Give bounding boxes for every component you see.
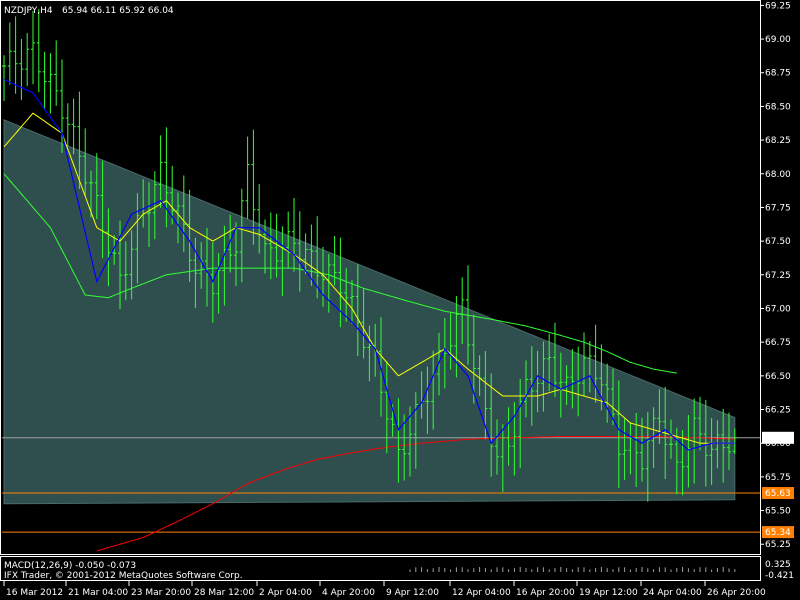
x-tick-label: 16 Apr 20:00 xyxy=(516,588,575,598)
y-tick-label: 67.00 xyxy=(765,304,791,314)
y-tick-label: 68.50 xyxy=(765,102,791,112)
y-tick-label: 67.50 xyxy=(765,237,791,247)
y-tick-label: 67.75 xyxy=(765,203,791,213)
y-tick-label: 66.25 xyxy=(765,406,791,416)
y-tick-label: 68.25 xyxy=(765,136,791,146)
y-tick-label: 66.50 xyxy=(765,372,791,382)
price-tag-label: 65.63 xyxy=(765,489,791,499)
price-tag-label: 66.04 xyxy=(765,434,791,444)
macd-indicator-title: MACD(12,26,9) -0.050 -0.073 xyxy=(4,561,136,571)
y-tick-label: 67.25 xyxy=(765,271,791,281)
y-tick-label: 65.75 xyxy=(765,473,791,483)
y-tick-label: 69.00 xyxy=(765,35,791,45)
x-tick-label: 24 Apr 04:00 xyxy=(643,588,702,598)
x-tick-label: 26 Apr 20:00 xyxy=(707,588,766,598)
x-tick-label: 12 Apr 04:00 xyxy=(452,588,511,598)
ohlc-values: 65.94 66.11 65.92 66.04 xyxy=(62,6,174,16)
broker-copyright: IFX Trader, © 2001-2012 MetaQuotes Softw… xyxy=(4,571,243,581)
x-tick-label: 19 Apr 12:00 xyxy=(579,588,638,598)
x-tick-label: 21 Mar 04:00 xyxy=(68,588,128,598)
x-tick-label: 16 Mar 2012 xyxy=(6,588,63,598)
price-chart[interactable]: 0.325-0.421 69.25 69.00 68.75 68.50 68.25 68.… xyxy=(0,0,800,600)
macd-tick-label: 0.325 xyxy=(765,560,791,570)
y-tick-label: 69.25 xyxy=(765,1,791,11)
y-tick-label: 65.50 xyxy=(765,507,791,517)
y-tick-label: 65.25 xyxy=(765,540,791,550)
macd-tick-label: -0.421 xyxy=(765,571,794,581)
symbol-timeframe: NZDJPY,H4 xyxy=(4,6,53,16)
y-tick-label: 66.75 xyxy=(765,338,791,348)
x-tick-label: 23 Mar 20:00 xyxy=(131,588,191,598)
x-tick-label: 28 Mar 12:00 xyxy=(194,588,254,598)
y-tick-label: 68.75 xyxy=(765,69,791,79)
x-tick-label: 2 Apr 04:00 xyxy=(259,588,312,598)
x-tick-label: 9 Apr 12:00 xyxy=(386,588,439,598)
x-tick-label: 4 Apr 20:00 xyxy=(322,588,375,598)
y-tick-label: 68.00 xyxy=(765,170,791,180)
price-tag-label: 65.34 xyxy=(765,528,791,538)
